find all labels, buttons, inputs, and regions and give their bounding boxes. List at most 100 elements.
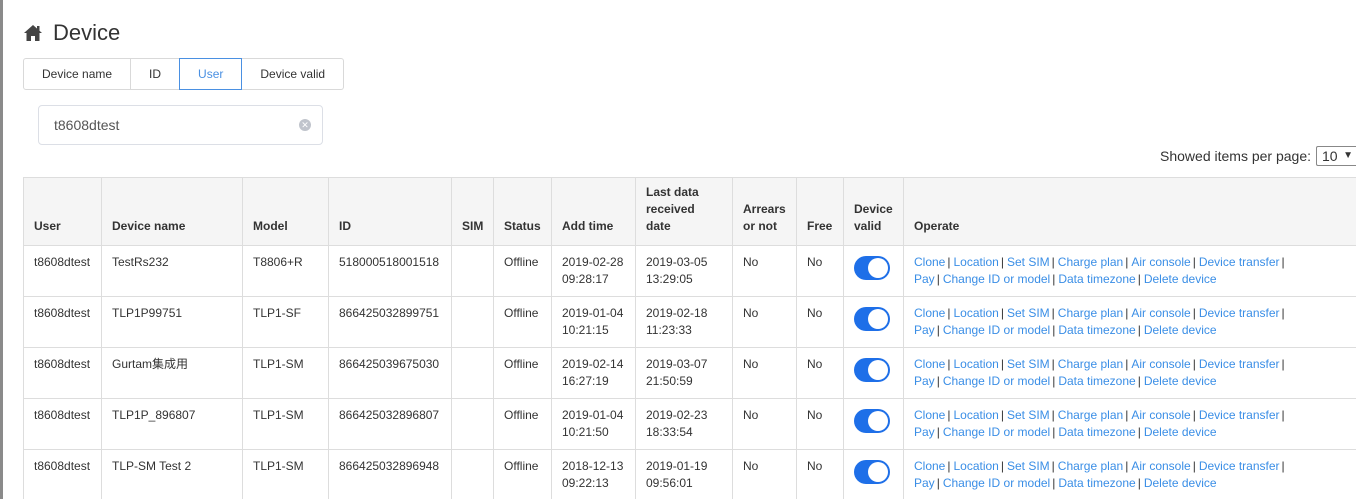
search-input[interactable] [39,106,279,144]
set-sim-link[interactable]: Set SIM [1007,306,1050,320]
device-transfer-link[interactable]: Device transfer [1199,459,1280,473]
cell-device-valid [843,347,904,399]
column-header-arrears: Arrears or not [732,177,797,246]
tab-user[interactable]: User [179,58,243,90]
last-time: 09:56:01 [646,476,693,490]
cell-sim [451,398,494,450]
cell-device-name: TestRs232 [101,245,243,297]
location-link[interactable]: Location [953,408,998,422]
change-id-link[interactable]: Change ID or model [943,425,1050,439]
cell-device-name: TLP1P99751 [101,296,243,348]
link-separator: | [1192,306,1196,320]
table-row: t8608dtest TLP-SM Test 2 TLP1-SM 8664250328… [23,449,1356,499]
charge-plan-link[interactable]: Charge plan [1058,357,1123,371]
device-valid-toggle[interactable] [854,358,890,382]
tab-id[interactable]: ID [131,58,181,90]
device-transfer-link[interactable]: Device transfer [1199,408,1280,422]
toggle-knob [868,360,888,380]
pay-link[interactable]: Pay [914,476,935,490]
air-console-link[interactable]: Air console [1131,459,1190,473]
link-separator: | [1051,408,1055,422]
charge-plan-link[interactable]: Charge plan [1058,408,1123,422]
cell-arrears: No [732,245,797,297]
last-date: 2019-02-18 [646,306,708,320]
device-valid-toggle[interactable] [854,460,890,484]
delete-device-link[interactable]: Delete device [1144,476,1217,490]
last-time: 11:23:33 [646,323,692,337]
pay-link[interactable]: Pay [914,272,935,286]
pay-link[interactable]: Pay [914,425,935,439]
last-date: 2019-02-23 [646,408,708,422]
charge-plan-link[interactable]: Charge plan [1058,459,1123,473]
delete-device-link[interactable]: Delete device [1144,425,1217,439]
clone-link[interactable]: Clone [914,408,945,422]
data-timezone-link[interactable]: Data timezone [1058,425,1135,439]
data-timezone-link[interactable]: Data timezone [1058,272,1135,286]
cell-free: No [796,449,844,499]
device-valid-toggle[interactable] [854,307,890,331]
cell-sim [451,347,494,399]
clear-icon[interactable]: ✕ [299,119,311,131]
change-id-link[interactable]: Change ID or model [943,323,1050,337]
link-separator: | [1281,306,1285,320]
link-separator: | [1000,255,1004,269]
location-link[interactable]: Location [953,255,998,269]
charge-plan-link[interactable]: Charge plan [1058,255,1123,269]
column-header-last-data: Last data received date [635,177,733,246]
link-separator: | [1052,323,1056,337]
set-sim-link[interactable]: Set SIM [1007,255,1050,269]
delete-device-link[interactable]: Delete device [1144,374,1217,388]
table-row: t8608dtest TestRs232 T8806+R 51800051800151… [23,245,1356,297]
set-sim-link[interactable]: Set SIM [1007,357,1050,371]
items-per-page-select[interactable]: 10 ▼ [1316,146,1356,166]
air-console-link[interactable]: Air console [1131,408,1190,422]
data-timezone-link[interactable]: Data timezone [1058,323,1135,337]
data-timezone-link[interactable]: Data timezone [1058,476,1135,490]
delete-device-link[interactable]: Delete device [1144,323,1217,337]
pay-link[interactable]: Pay [914,374,935,388]
clone-link[interactable]: Clone [914,255,945,269]
delete-device-link[interactable]: Delete device [1144,272,1217,286]
device-valid-toggle[interactable] [854,409,890,433]
operate-line-1: Clone | Location | Set SIM | Charge plan | Air c… [914,407,1353,424]
clone-link[interactable]: Clone [914,459,945,473]
tab-device-valid[interactable]: Device valid [242,58,345,90]
add-time: 10:21:50 [562,425,609,439]
set-sim-link[interactable]: Set SIM [1007,408,1050,422]
cell-free: No [796,296,844,348]
link-separator: | [1052,272,1056,286]
location-link[interactable]: Location [953,357,998,371]
last-time: 13:29:05 [646,272,693,286]
device-transfer-link[interactable]: Device transfer [1199,255,1280,269]
caret-down-icon: ▼ [1343,150,1353,161]
last-time: 21:50:59 [646,374,693,388]
air-console-link[interactable]: Air console [1131,306,1190,320]
items-per-page-label: Showed items per page: [1160,148,1311,164]
change-id-link[interactable]: Change ID or model [943,476,1050,490]
charge-plan-link[interactable]: Charge plan [1058,306,1123,320]
set-sim-link[interactable]: Set SIM [1007,459,1050,473]
air-console-link[interactable]: Air console [1131,255,1190,269]
link-separator: | [1192,357,1196,371]
items-per-page: Showed items per page: 10 ▼ [1160,146,1356,166]
data-timezone-link[interactable]: Data timezone [1058,374,1135,388]
cell-last-data: 2019-01-19 09:56:01 [635,449,733,499]
page-header: Device [23,20,120,46]
clone-link[interactable]: Clone [914,306,945,320]
tab-device-name[interactable]: Device name [23,58,132,90]
location-link[interactable]: Location [953,459,998,473]
device-valid-toggle[interactable] [854,256,890,280]
location-link[interactable]: Location [953,306,998,320]
link-separator: | [1051,357,1055,371]
link-separator: | [1051,255,1055,269]
pay-link[interactable]: Pay [914,323,935,337]
link-separator: | [1051,306,1055,320]
device-transfer-link[interactable]: Device transfer [1199,306,1280,320]
clone-link[interactable]: Clone [914,357,945,371]
air-console-link[interactable]: Air console [1131,357,1190,371]
change-id-link[interactable]: Change ID or model [943,272,1050,286]
cell-operate: Clone | Location | Set SIM | Charge plan | Air c… [903,347,1356,399]
cell-model: TLP1-SM [242,398,329,450]
change-id-link[interactable]: Change ID or model [943,374,1050,388]
device-transfer-link[interactable]: Device transfer [1199,357,1280,371]
